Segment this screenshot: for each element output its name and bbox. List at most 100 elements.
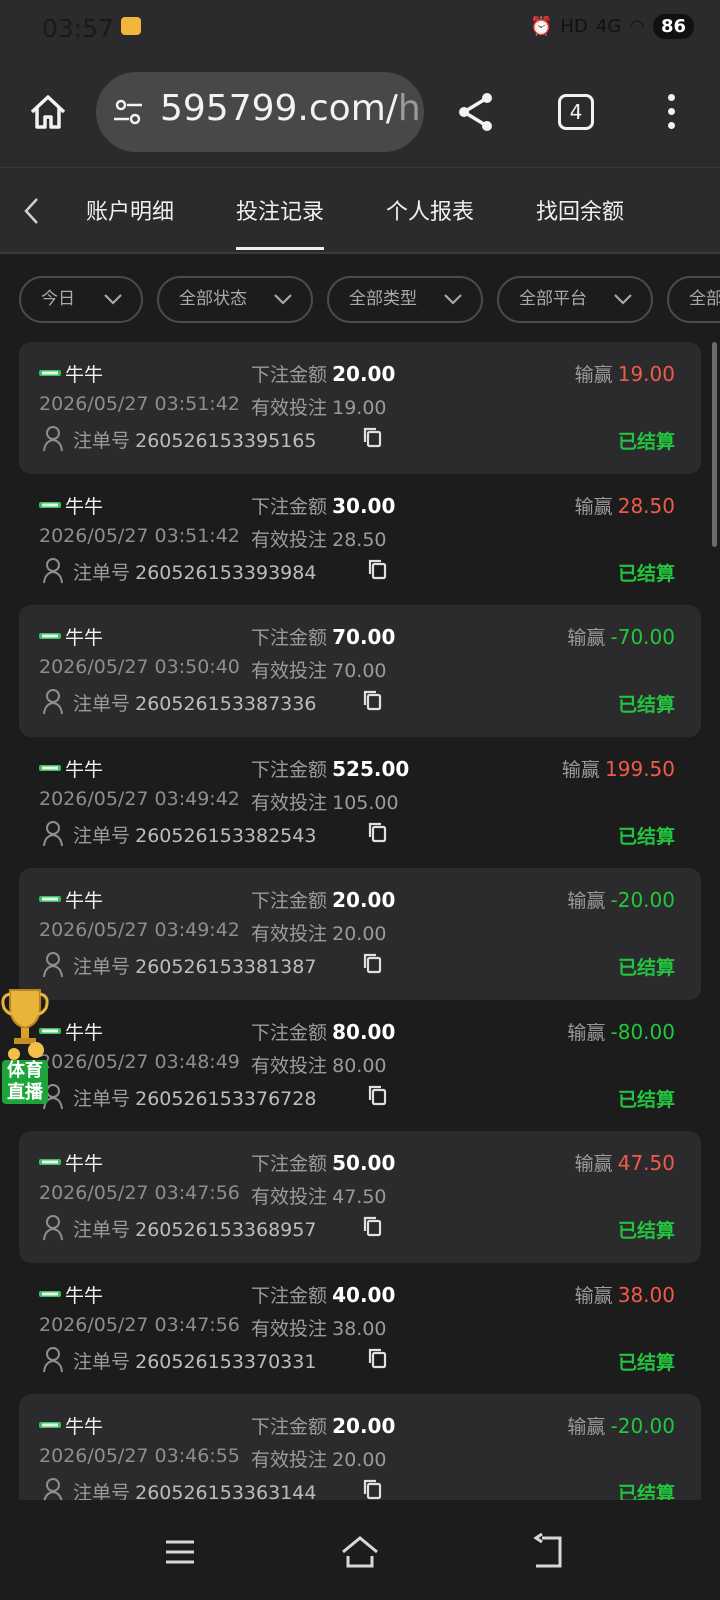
bet-record-card[interactable]: 牛牛 下注金额 30.00 输赢 28.50 2026/05/27 03:51:… xyxy=(19,474,701,606)
bet-record-card[interactable]: 牛牛 下注金额 20.00 输赢 -20.00 2026/05/27 03:46… xyxy=(19,1394,701,1500)
nav-home-icon[interactable] xyxy=(340,1532,380,1572)
user-avatar-icon xyxy=(43,952,63,978)
copy-icon[interactable] xyxy=(362,689,382,711)
tab-recover-balance[interactable]: 找回余额 xyxy=(536,194,624,226)
bet-record-card[interactable]: 牛牛 下注金额 20.00 输赢 -20.00 2026/05/27 03:49… xyxy=(19,868,701,1000)
tab-personal-report[interactable]: 个人报表 xyxy=(386,194,474,226)
user-avatar-icon xyxy=(43,820,63,846)
order-number-label: 注单号 xyxy=(73,1482,131,1500)
order-number-label: 注单号 xyxy=(73,956,131,978)
bet-amount-value: 40.00 xyxy=(332,1282,396,1307)
copy-icon[interactable] xyxy=(367,821,387,843)
game-logo-icon xyxy=(39,1422,61,1428)
valid-bet-value: 19.00 xyxy=(332,397,387,419)
order-number: 注单号 260526153395165 xyxy=(73,426,316,453)
bet-amount-label: 下注金额 xyxy=(251,1021,328,1044)
bet-record-card[interactable]: 牛牛 下注金额 80.00 输赢 -80.00 2026/05/27 03:48… xyxy=(19,1000,701,1132)
bet-amount: 下注金额 30.00 xyxy=(251,492,395,519)
win-loss-label: 输赢 xyxy=(567,1416,606,1438)
bet-datetime: 2026/05/27 03:51:42 xyxy=(39,393,240,415)
bet-record-card[interactable]: 牛牛 下注金额 40.00 输赢 38.00 2026/05/27 03:47:… xyxy=(19,1263,701,1395)
url-path: h xyxy=(397,88,421,129)
win-loss: 输赢 -20.00 xyxy=(567,886,675,913)
copy-icon[interactable] xyxy=(362,1478,382,1500)
copy-icon[interactable] xyxy=(362,952,382,974)
bet-datetime: 2026/05/27 03:49:42 xyxy=(39,919,240,941)
filter-type[interactable]: 全部类型 xyxy=(327,276,483,323)
valid-bet: 有效投注 47.50 xyxy=(251,1182,387,1209)
chevron-down-icon xyxy=(444,294,462,305)
recent-apps-icon[interactable] xyxy=(160,1532,200,1572)
site-settings-icon[interactable] xyxy=(112,96,144,128)
win-loss-value: 28.50 xyxy=(617,493,675,518)
bet-amount-value: 20.00 xyxy=(332,362,396,386)
valid-bet-label: 有效投注 xyxy=(251,923,328,945)
copy-icon[interactable] xyxy=(362,1215,382,1237)
network-icon: 4G xyxy=(595,16,622,37)
chevron-down-icon xyxy=(274,294,292,305)
copy-icon[interactable] xyxy=(367,1084,387,1106)
game-name: 牛牛 xyxy=(65,1021,104,1044)
scrollbar[interactable] xyxy=(712,342,717,547)
tab-switcher-button[interactable]: 4 xyxy=(558,94,594,130)
bet-amount: 下注金额 20.00 xyxy=(251,886,395,913)
order-number-value: 260526153393984 xyxy=(135,561,317,584)
nav-back-icon[interactable] xyxy=(530,1532,570,1572)
filter-date-label: 今日 xyxy=(41,289,75,309)
bet-record-card[interactable]: 牛牛 下注金额 525.00 输赢 199.50 2026/05/27 03:4… xyxy=(19,737,701,869)
status-badge: 已结算 xyxy=(617,431,675,453)
url-text: 595799.com/h xyxy=(160,88,421,129)
order-number-value: 260526153368957 xyxy=(135,1219,317,1241)
back-arrow-icon[interactable] xyxy=(20,196,44,226)
game-logo-icon xyxy=(39,1159,61,1165)
valid-bet-value: 20.00 xyxy=(332,1449,387,1471)
bet-amount-label: 下注金额 xyxy=(251,364,328,386)
browser-toolbar: 595799.com/h 4 xyxy=(0,56,720,168)
order-number-value: 260526153387336 xyxy=(135,693,317,715)
share-icon[interactable] xyxy=(456,90,496,134)
address-bar[interactable]: 595799.com/h xyxy=(96,72,424,152)
game-name: 牛牛 xyxy=(65,364,104,386)
bet-record-card[interactable]: 牛牛 下注金额 50.00 输赢 47.50 2026/05/27 03:47:… xyxy=(19,1131,701,1263)
bet-amount-value: 30.00 xyxy=(332,493,396,518)
valid-bet: 有效投注 28.50 xyxy=(251,525,387,552)
filter-platform[interactable]: 全部平台 xyxy=(497,276,653,323)
bet-datetime: 2026/05/27 03:50:40 xyxy=(39,656,240,678)
bet-amount-value: 50.00 xyxy=(332,1151,396,1175)
win-loss-value: 19.00 xyxy=(617,362,675,386)
game-logo-icon xyxy=(39,896,61,902)
valid-bet-value: 20.00 xyxy=(332,923,387,945)
filter-more[interactable]: 全部 xyxy=(667,276,720,323)
bet-record-card[interactable]: 牛牛 下注金额 70.00 输赢 -70.00 2026/05/27 03:50… xyxy=(19,605,701,737)
valid-bet-value: 80.00 xyxy=(332,1054,387,1077)
order-number: 注单号 260526153370331 xyxy=(73,1347,316,1374)
game-name: 牛牛 xyxy=(65,758,104,781)
copy-icon[interactable] xyxy=(367,1347,387,1369)
bet-amount: 下注金额 80.00 xyxy=(251,1018,395,1045)
copy-icon[interactable] xyxy=(367,558,387,580)
more-menu-icon[interactable] xyxy=(662,94,680,134)
tab-bet-records[interactable]: 投注记录 xyxy=(236,194,325,250)
sports-live-label[interactable]: 体育直播 xyxy=(2,1060,48,1104)
home-icon[interactable] xyxy=(28,92,68,132)
win-loss: 输赢 28.50 xyxy=(575,492,675,519)
filter-status[interactable]: 全部状态 xyxy=(157,276,313,323)
tab-account-details[interactable]: 账户明细 xyxy=(86,194,174,226)
bet-record-card[interactable]: 牛牛 下注金额 20.00 输赢 19.00 2026/05/27 03:51:… xyxy=(19,342,701,474)
bet-amount-label: 下注金额 xyxy=(251,627,328,649)
copy-icon[interactable] xyxy=(362,426,382,448)
user-avatar-icon xyxy=(43,1346,63,1372)
chevron-down-icon xyxy=(104,294,122,305)
bet-amount-label: 下注金额 xyxy=(251,758,328,781)
section-tabbar: 账户明细 投注记录 个人报表 找回余额 xyxy=(0,168,720,254)
win-loss-value: -80.00 xyxy=(610,1019,675,1044)
game-logo-icon xyxy=(39,501,61,508)
user-avatar-icon xyxy=(43,1215,63,1241)
valid-bet-value: 28.50 xyxy=(332,528,387,551)
filter-date[interactable]: 今日 xyxy=(19,276,143,323)
win-loss: 输赢 19.00 xyxy=(575,360,675,387)
valid-bet: 有效投注 19.00 xyxy=(251,393,387,420)
system-nav-bar xyxy=(0,1500,720,1600)
status-badge: 已结算 xyxy=(617,1483,675,1500)
bet-amount: 下注金额 70.00 xyxy=(251,623,395,650)
